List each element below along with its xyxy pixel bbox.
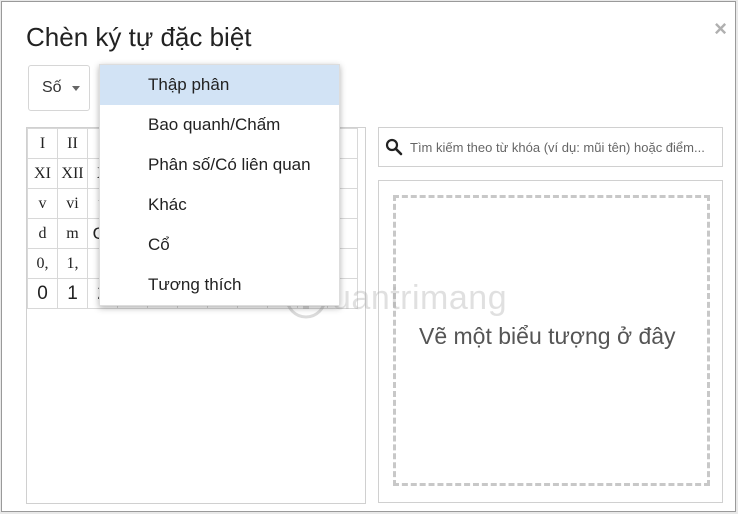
search-icon [385,138,403,156]
char-cell[interactable]: II [57,128,88,159]
char-cell[interactable]: XII [57,158,88,189]
draw-hint: Vẽ một biểu tượng ở đây [419,323,676,349]
char-cell[interactable]: m [57,218,88,249]
menu-item-decimal[interactable]: Thập phân [100,65,339,105]
watermark-text: uantrimang [332,278,508,317]
char-cell[interactable]: 0, [27,248,58,279]
category-dropdown-menu: Thập phân Bao quanh/Chấm Phân số/Có liên… [99,64,340,306]
menu-item-other[interactable]: Khác [100,185,339,225]
char-cell[interactable]: vi [57,188,88,219]
dialog-title: Chèn ký tự đặc biệt [26,22,252,52]
char-cell[interactable]: XI [27,158,58,189]
char-cell[interactable]: 0 [27,278,58,309]
menu-item-compatibility[interactable]: Tương thích [100,265,339,305]
char-cell[interactable]: 1 [57,278,88,309]
char-cell[interactable]: d [27,218,58,249]
menu-item-ancient[interactable]: Cổ [100,225,339,265]
char-cell[interactable]: v [27,188,58,219]
menu-item-fractions-related[interactable]: Phân số/Có liên quan [100,145,339,185]
search-box [378,127,723,167]
search-input[interactable] [408,138,722,156]
close-icon[interactable]: × [714,16,727,42]
char-cell[interactable]: 1, [57,248,88,279]
caret-down-icon [71,85,80,91]
char-cell[interactable]: I [27,128,58,159]
category-dropdown-button[interactable]: Số [28,65,90,111]
draw-panel: Vẽ một biểu tượng ở đây [378,180,723,503]
menu-item-enclosed-dotted[interactable]: Bao quanh/Chấm [100,105,339,145]
insert-special-characters-dialog: Chèn ký tự đặc biệt × Số I II I XI XII X… [1,1,736,512]
category-label: Số [42,79,62,96]
